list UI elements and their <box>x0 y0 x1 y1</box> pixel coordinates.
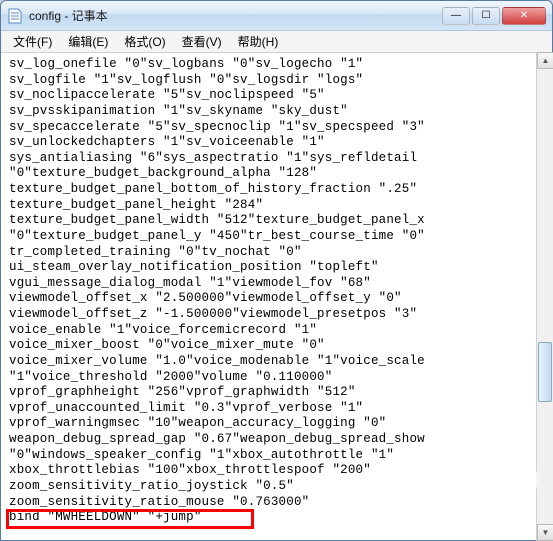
menu-file[interactable]: 文件(F) <box>5 31 60 52</box>
window-controls: — ☐ ✕ <box>442 7 546 25</box>
config-text[interactable]: sv_log_onefile "0"sv_logbans "0"sv_logec… <box>9 57 544 526</box>
svg-text:九游: 九游 <box>500 494 527 508</box>
scroll-up-button[interactable]: ▲ <box>537 52 553 69</box>
scroll-thumb[interactable] <box>538 342 552 402</box>
menu-view[interactable]: 查看(V) <box>174 31 230 52</box>
menu-edit[interactable]: 编辑(E) <box>60 31 116 52</box>
window-title: config - 记事本 <box>29 7 442 24</box>
menubar: 文件(F) 编辑(E) 格式(O) 查看(V) 帮助(H) <box>1 31 552 53</box>
scroll-down-button[interactable]: ▼ <box>537 524 553 541</box>
notepad-window: config - 记事本 — ☐ ✕ 文件(F) 编辑(E) 格式(O) 查看(… <box>0 0 553 541</box>
text-area[interactable]: sv_log_onefile "0"sv_logbans "0"sv_logec… <box>1 53 552 540</box>
scroll-track[interactable] <box>537 69 553 524</box>
maximize-button[interactable]: ☐ <box>472 7 500 25</box>
menu-format[interactable]: 格式(O) <box>116 31 173 52</box>
titlebar[interactable]: config - 记事本 — ☐ ✕ <box>1 1 552 31</box>
minimize-button[interactable]: — <box>442 7 470 25</box>
menu-help[interactable]: 帮助(H) <box>230 31 287 52</box>
watermark-logo: 九游 <box>483 460 543 513</box>
notepad-icon <box>7 8 23 24</box>
close-button[interactable]: ✕ <box>502 7 546 25</box>
